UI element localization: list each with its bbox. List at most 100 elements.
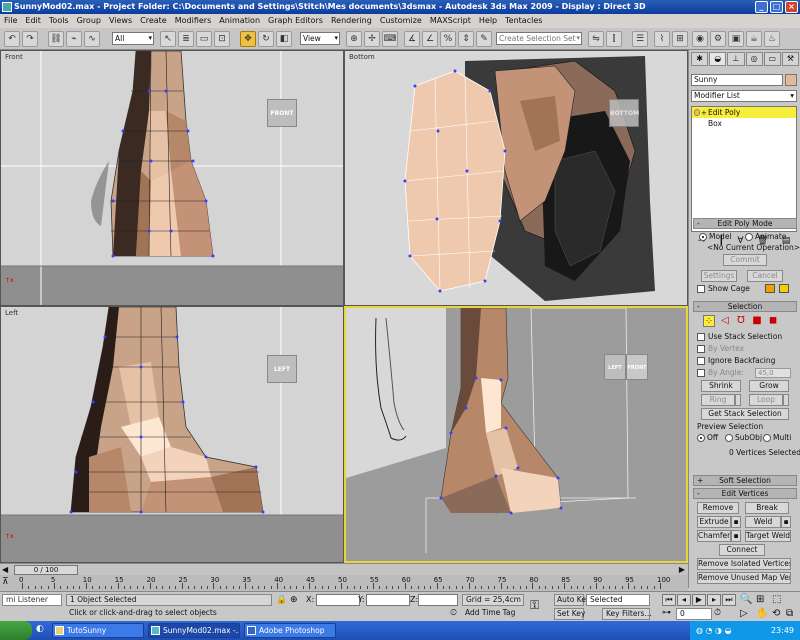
minimize-button[interactable]: _ <box>755 1 768 13</box>
redo-icon[interactable]: ↷ <box>22 31 38 47</box>
lightbulb-icon[interactable] <box>694 109 700 116</box>
remove-button[interactable]: Remove <box>697 502 739 514</box>
connect-button[interactable]: Connect <box>719 544 765 556</box>
menu-help[interactable]: Help <box>479 14 497 28</box>
key-mode-toggle-icon[interactable]: ⊶ <box>662 608 674 620</box>
current-frame-field[interactable]: 0 <box>676 608 712 620</box>
window-crossing-icon[interactable]: ⊡ <box>214 31 230 47</box>
orbit-icon[interactable]: ⟲ <box>772 608 780 619</box>
viewcube-bottom[interactable]: BOTTOM <box>609 99 639 127</box>
material-editor-icon[interactable]: ◉ <box>692 31 708 47</box>
viewcube-perspective[interactable]: LEFT FRONT <box>604 350 650 384</box>
zoom-extents-icon[interactable]: ⬚ <box>772 594 781 605</box>
cage-color-swatch[interactable] <box>765 284 775 293</box>
object-name-field[interactable]: Sunny <box>691 74 783 86</box>
polygon-mode-icon[interactable]: ■ <box>751 315 763 327</box>
by-vertex-checkbox[interactable]: By Vertex <box>697 344 744 353</box>
commit-button[interactable]: Commit <box>723 254 767 266</box>
viewport-perspective[interactable]: LEFT FRONT <box>344 306 688 563</box>
show-cage-checkbox[interactable]: Show Cage <box>697 284 750 293</box>
tray-icons[interactable]: ◍ ◔ ◑ ◒ <box>696 621 732 640</box>
quick-launch-icon[interactable]: ◐ <box>36 624 44 634</box>
x-coordinate-field[interactable] <box>316 594 360 606</box>
menu-graph-editors[interactable]: Graph Editors <box>268 14 323 28</box>
modifier-list-dropdown[interactable]: Modifier List <box>691 90 797 102</box>
next-frame-icon[interactable]: ▶ <box>679 565 685 574</box>
bind-spacewarp-icon[interactable]: ∿ <box>84 31 100 47</box>
extrude-settings-icon[interactable]: ▪ <box>731 516 741 528</box>
zoom-all-icon[interactable]: ⊞ <box>756 594 764 605</box>
menu-file[interactable]: File <box>4 14 17 28</box>
add-time-tag-button[interactable]: Add Time Tag <box>462 608 524 620</box>
rollout-soft-selection[interactable]: + Soft Selection <box>693 475 797 486</box>
element-mode-icon[interactable]: ◼ <box>767 315 779 327</box>
ring-spinner[interactable] <box>735 394 741 406</box>
viewport-bottom[interactable]: Bottom BOTTOM <box>344 50 688 306</box>
lock-selection-icon[interactable]: 🔒 <box>276 595 287 605</box>
display-tab-icon[interactable]: ▭ <box>763 52 781 66</box>
task-3dsmax[interactable]: SunnyMod02.max -... <box>148 623 240 638</box>
mini-curve-editor-icon[interactable]: ⊼ <box>2 577 9 587</box>
quick-render-icon[interactable]: ☕ <box>746 31 762 47</box>
weld-button[interactable]: Weld <box>745 516 781 528</box>
set-key-button[interactable]: Set Key <box>554 608 585 620</box>
play-icon[interactable]: ▶ <box>692 594 706 606</box>
maxscript-listener[interactable]: mi Listener <box>2 594 62 606</box>
object-color-swatch[interactable] <box>785 74 797 86</box>
viewport-label-front[interactable]: Front <box>5 53 23 61</box>
select-manipulate-icon[interactable]: ✢ <box>364 31 380 47</box>
align-icon[interactable]: ⫿ <box>606 31 622 47</box>
unlink-icon[interactable]: ⌁ <box>66 31 82 47</box>
remove-unused-map-verts-button[interactable]: Remove Unused Map Verts <box>697 572 791 584</box>
cage-selected-color-swatch[interactable] <box>779 284 789 293</box>
preview-off-radio[interactable]: Off <box>697 433 718 442</box>
preview-subobj-radio[interactable]: SubObj <box>725 433 762 442</box>
shrink-button[interactable]: Shrink <box>701 380 741 392</box>
time-slider-thumb[interactable]: 0 / 100 <box>14 565 78 575</box>
use-stack-selection-checkbox[interactable]: Use Stack Selection <box>697 332 782 341</box>
track-bar[interactable]: ⊼ 0 5 10 15 20 25 30 35 40 45 50 55 60 65 70 75 80 85 90 95… <box>0 575 688 591</box>
maximize-button[interactable]: □ <box>770 1 783 13</box>
menu-edit[interactable]: Edit <box>25 14 41 28</box>
key-filters-button[interactable]: Key Filters... <box>602 608 652 620</box>
select-by-name-icon[interactable]: ≣ <box>178 31 194 47</box>
settings-button[interactable]: Settings <box>701 270 737 282</box>
preview-multi-radio[interactable]: Multi <box>763 433 791 442</box>
angle-snap-icon[interactable]: ∠ <box>422 31 438 47</box>
menu-create[interactable]: Create <box>140 14 167 28</box>
select-move-icon[interactable]: ✥ <box>240 31 256 47</box>
border-mode-icon[interactable]: Ʊ <box>735 315 747 327</box>
extrude-button[interactable]: Extrude <box>697 516 731 528</box>
chamfer-settings-icon[interactable]: ▪ <box>731 530 741 542</box>
mode-model-radio[interactable]: Model <box>699 232 732 241</box>
stack-item-edit-poly[interactable]: + Edit Poly <box>692 107 796 118</box>
vertex-mode-icon[interactable]: ⁘ <box>703 315 715 327</box>
key-icon[interactable]: ⚿ <box>530 598 539 613</box>
time-slider[interactable]: 0 / 100 ◀ ▶ <box>0 563 688 575</box>
menu-maxscript[interactable]: MAXScript <box>430 14 471 28</box>
mirror-icon[interactable]: ⇋ <box>588 31 604 47</box>
loop-button[interactable]: Loop <box>749 394 783 406</box>
keyboard-shortcut-icon[interactable]: ⌨ <box>382 31 398 47</box>
viewport-label-left[interactable]: Left <box>5 309 18 317</box>
selection-filter-dropdown[interactable]: All <box>112 32 154 45</box>
hierarchy-tab-icon[interactable]: ⊥ <box>727 52 745 66</box>
stack-item-box[interactable]: Box <box>692 118 796 129</box>
weld-settings-icon[interactable]: ▪ <box>781 516 791 528</box>
select-object-icon[interactable]: ↖ <box>160 31 176 47</box>
start-button[interactable] <box>0 621 32 640</box>
key-mode-dropdown[interactable]: Selected <box>586 594 650 606</box>
rollout-selection[interactable]: - Selection <box>693 301 797 312</box>
loop-spinner[interactable] <box>783 394 789 406</box>
curve-editor-icon[interactable]: ⌇ <box>654 31 670 47</box>
task-tutosunny[interactable]: TutoSunny <box>52 623 144 638</box>
render-setup-icon[interactable]: ⚙ <box>710 31 726 47</box>
modify-tab-icon[interactable]: ◒ <box>709 52 727 66</box>
auto-key-button[interactable]: Auto Key <box>554 594 590 606</box>
menu-group[interactable]: Group <box>77 14 101 28</box>
viewport-label-bottom[interactable]: Bottom <box>349 53 375 61</box>
utilities-tab-icon[interactable]: ⚒ <box>781 52 800 66</box>
prev-key-icon[interactable]: ◂ <box>677 594 691 606</box>
chamfer-button[interactable]: Chamfer <box>697 530 731 542</box>
by-angle-checkbox[interactable]: By Angle: <box>697 368 744 377</box>
